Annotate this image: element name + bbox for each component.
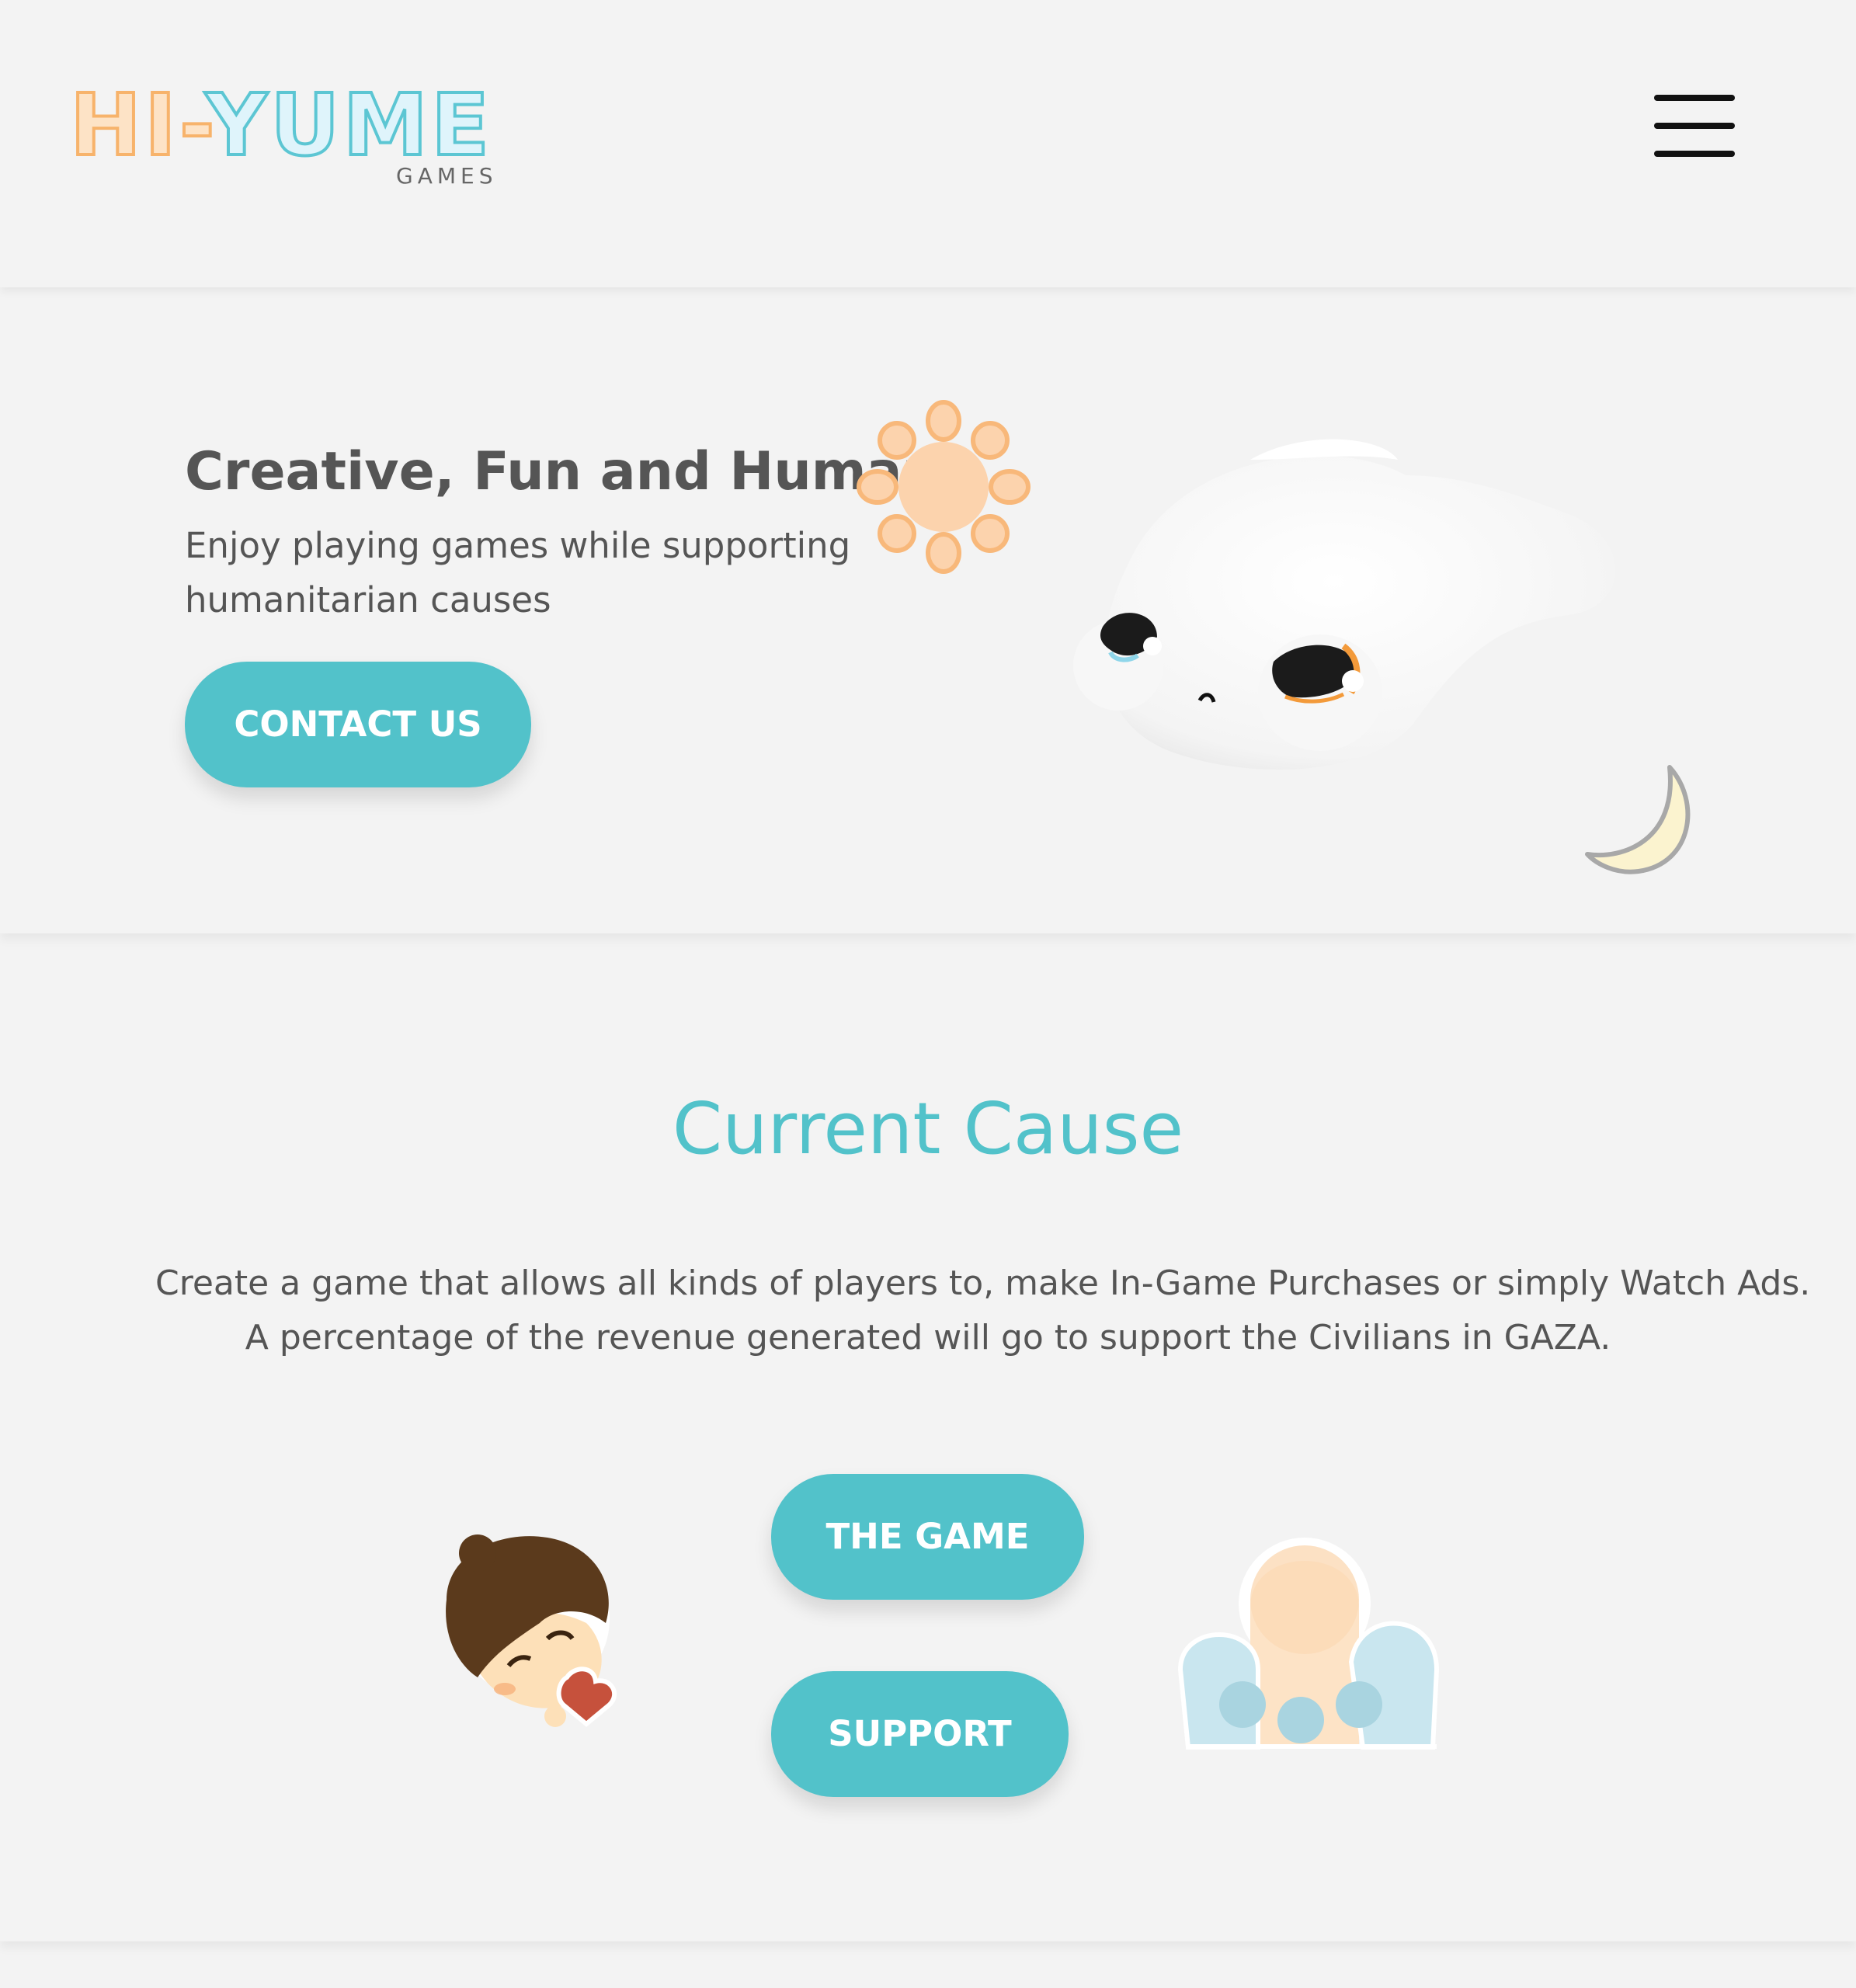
family-figures-illustration [1177, 1538, 1440, 1750]
hero-section: Creative, Fun and Humane Enjoy playing g… [0, 289, 1856, 933]
the-game-button[interactable]: THE GAME [771, 1474, 1084, 1600]
crescent-moon-icon [1585, 765, 1691, 874]
logo-games-subtitle: GAMES [396, 163, 498, 189]
site-header: HI-YUME GAMES [0, 0, 1856, 287]
support-button[interactable]: SUPPORT [771, 1671, 1069, 1797]
hero-subtitle: Enjoy playing games while supporting hum… [185, 525, 851, 620]
logo-dash: - [178, 75, 206, 175]
menu-bar [1654, 123, 1735, 129]
current-cause-heading: Current Cause [672, 1087, 1184, 1170]
sun-flower-icon [857, 400, 1031, 574]
logo-yume: YUME [204, 75, 493, 175]
menu-bar [1654, 151, 1735, 157]
logo-hi: HI [68, 75, 179, 175]
current-cause-section: Current Cause Create a game that allows … [0, 940, 1856, 1941]
contact-us-button[interactable]: CONTACT US [185, 662, 531, 787]
ghost-fish-character-illustration [1073, 439, 1615, 770]
cause-description-line: A percentage of the revenue generated wi… [245, 1318, 1611, 1357]
hamburger-menu-icon[interactable] [1646, 90, 1743, 168]
logo-wordmark: HI-YUME [68, 81, 492, 169]
hi-yume-games-logo[interactable]: HI-YUME GAMES [68, 81, 528, 191]
cause-description-line: Create a game that allows all kinds of p… [155, 1263, 1811, 1303]
menu-bar [1654, 95, 1735, 101]
cause-description: Create a game that allows all kinds of p… [155, 1256, 1811, 1365]
child-with-heart-illustration [446, 1534, 617, 1727]
